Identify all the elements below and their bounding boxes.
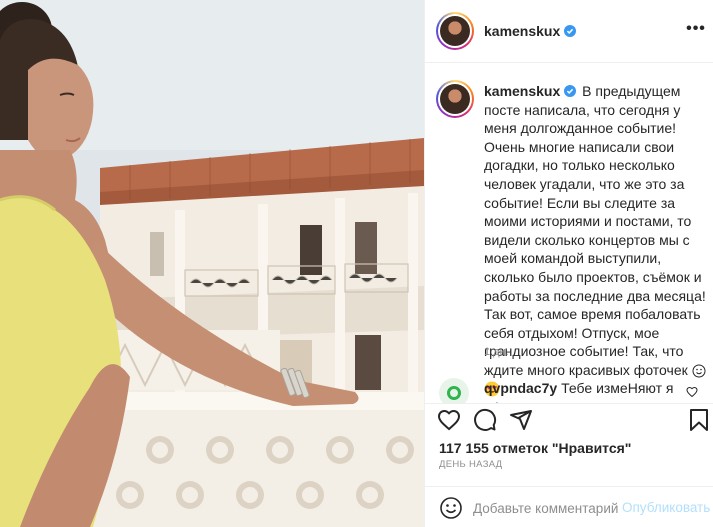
post-photo[interactable] <box>0 0 424 527</box>
post-details-panel: kamenskux ••• kamenskux В предыдущем пос… <box>424 0 713 527</box>
comment-icon[interactable] <box>473 408 497 432</box>
comment-input[interactable] <box>473 498 618 518</box>
heart-icon[interactable] <box>437 408 461 432</box>
post-image <box>0 0 424 527</box>
author-avatar[interactable] <box>436 12 474 50</box>
add-comment-bar: Опубликовать <box>425 486 713 527</box>
publish-comment-button[interactable]: Опубликовать <box>622 500 710 515</box>
comment-item: qvpndac7y Тебе измеНяют я <box>425 374 713 403</box>
share-icon[interactable] <box>509 408 533 432</box>
author-username[interactable]: kamenskux <box>484 23 577 39</box>
bookmark-icon[interactable] <box>687 408 711 432</box>
caption-author-avatar[interactable] <box>436 80 474 118</box>
commenter-avatar[interactable] <box>439 378 469 403</box>
post-caption: kamenskux В предыдущем посте написала, ч… <box>484 82 706 403</box>
more-options-button[interactable]: ••• <box>686 21 706 42</box>
post-date[interactable]: ДЕНЬ НАЗАД <box>439 459 502 470</box>
caption-text: В предыдущем посте написала, что сегодня… <box>484 83 706 378</box>
commenter-username[interactable]: qvpndac7y <box>484 380 557 396</box>
likes-count[interactable]: 117 155 отметок "Нравится" <box>439 440 631 456</box>
post-actions: 117 155 отметок "Нравится" <box>425 403 713 463</box>
comment-text: Тебе измеНяют я <box>561 380 674 396</box>
comment-like-heart-icon[interactable] <box>686 386 698 398</box>
verified-badge-icon <box>564 25 577 37</box>
caption-time[interactable]: 1 дн. <box>484 346 509 358</box>
smile-icon[interactable] <box>439 496 463 520</box>
post-header: kamenskux ••• <box>425 0 713 63</box>
caption-username[interactable]: kamenskux <box>484 83 577 99</box>
verified-badge-icon <box>564 85 577 97</box>
comment-body: qvpndac7y Тебе измеНяют я <box>484 380 674 396</box>
comments-section: kamenskux В предыдущем посте написала, ч… <box>425 64 713 403</box>
instagram-post-modal: kamenskux ••• kamenskux В предыдущем пос… <box>0 0 713 527</box>
